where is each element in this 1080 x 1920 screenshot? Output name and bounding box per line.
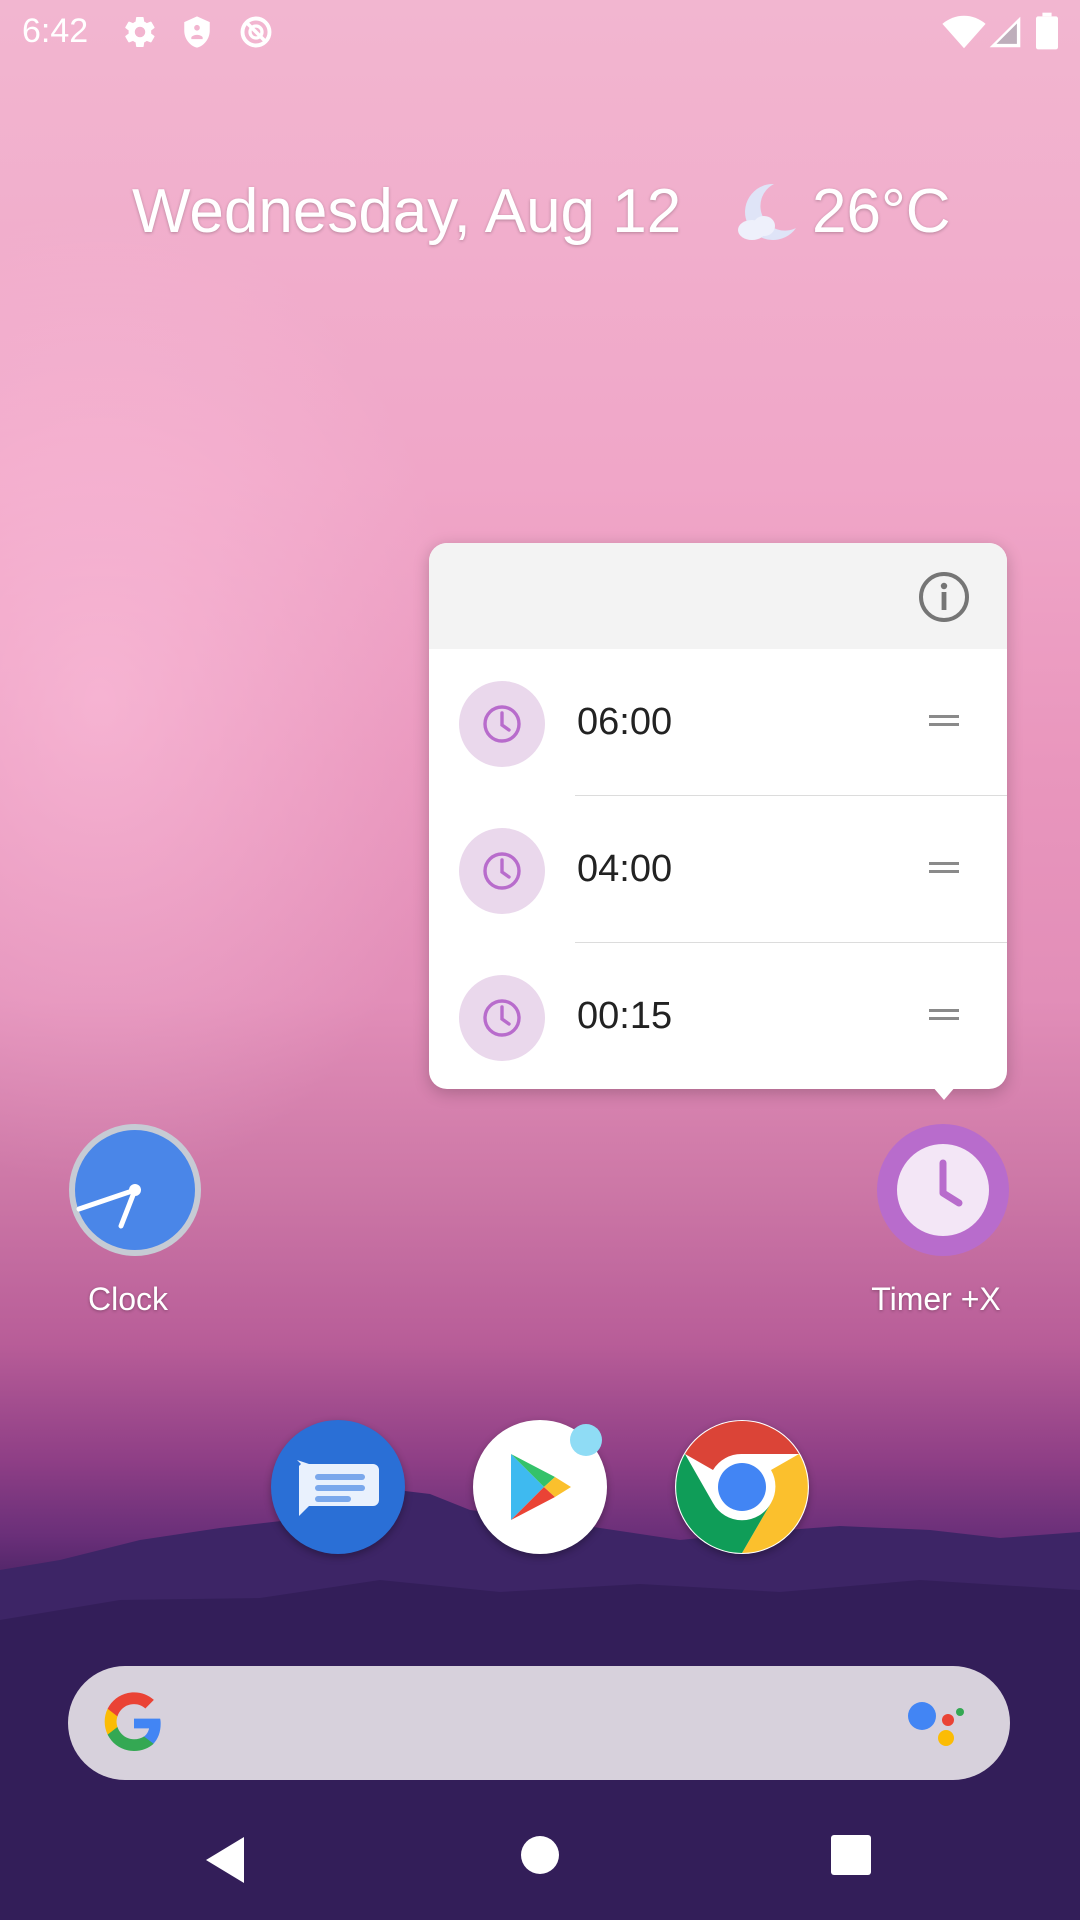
clock-icon [459,681,545,767]
shield-icon [184,16,210,48]
date-widget[interactable]: Wednesday, Aug 12 [132,176,681,247]
drag-handle-icon[interactable] [929,715,959,727]
back-icon[interactable] [202,1835,250,1885]
settings-icon [125,16,155,47]
app-shortcuts-popup: 06:00 04:00 00:15 [429,543,1007,1089]
app-label: Timer +X [871,1281,1001,1317]
shortcut-label: 06:00 [577,701,673,743]
drag-handle-icon[interactable] [929,1009,959,1021]
signal-icon [989,16,1021,48]
battery-icon [1036,12,1058,50]
data-saver-icon [240,16,272,48]
status-time: 6:42 [22,12,89,50]
google-search-bar[interactable] [68,1666,1010,1780]
wifi-icon [942,15,986,49]
assistant-icon[interactable] [904,1696,968,1752]
temperature[interactable]: 26°C [812,176,951,247]
timer-app-icon [877,1124,1009,1256]
clock-app-icon [69,1124,201,1256]
popup-header [429,543,1007,649]
home-icon[interactable] [520,1835,560,1875]
shortcut-label: 00:15 [577,995,673,1037]
clock-icon [459,828,545,914]
moon-cloud-icon[interactable] [730,178,800,248]
recents-icon[interactable] [831,1835,871,1875]
notification-dot [570,1424,602,1456]
clock-icon [459,975,545,1061]
messages-icon[interactable] [271,1420,405,1554]
app-timer[interactable]: Timer +X [871,1123,1010,1317]
shortcut-item[interactable]: 00:15 [429,943,1007,1089]
shortcut-item[interactable]: 06:00 [429,649,1007,796]
app-clock[interactable]: Clock [68,1123,202,1317]
info-icon[interactable] [916,569,972,625]
app-label: Clock [87,1281,168,1317]
chrome-icon[interactable] [675,1420,809,1554]
shortcut-label: 04:00 [577,848,673,890]
status-bar: 6:42 [0,0,1080,62]
drag-handle-icon[interactable] [929,862,959,874]
shortcut-item[interactable]: 04:00 [429,796,1007,943]
google-icon[interactable] [102,1691,166,1755]
popup-pointer [932,1086,956,1100]
